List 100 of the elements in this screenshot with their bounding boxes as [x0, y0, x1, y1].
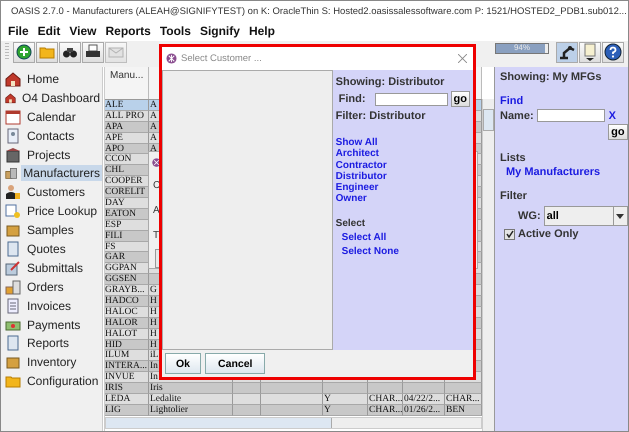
wg-dropdown[interactable]: all — [544, 206, 628, 226]
clear-link[interactable]: X — [608, 110, 616, 122]
filter-link[interactable]: Owner — [336, 193, 470, 205]
sidebar-item[interactable]: Contacts — [25, 128, 76, 144]
showing-label: Showing: My MFGs — [500, 71, 602, 83]
sidebar-item[interactable]: Samples — [25, 222, 76, 238]
sidebar-item[interactable]: Configuration — [25, 373, 100, 390]
filter-heading: Filter — [500, 190, 528, 202]
table-cell: A — [150, 122, 157, 132]
table-cell: GGPAN — [105, 263, 137, 274]
house-icon[interactable] — [5, 71, 21, 87]
progress-bar: 94% — [495, 43, 549, 54]
stacked-boxes-icon[interactable] — [5, 278, 21, 295]
dialog-button[interactable]: Cancel — [205, 353, 266, 374]
menu-item[interactable]: Reports — [105, 24, 151, 38]
sidebar-item[interactable]: Manufacturers — [21, 165, 102, 182]
table-cell: CHAR... — [369, 404, 402, 415]
pencil-icon[interactable] — [5, 260, 21, 276]
table-cell: GGSEN — [105, 274, 137, 284]
sidebar-item[interactable]: Reports — [25, 335, 72, 352]
name-input[interactable] — [536, 109, 605, 122]
table-cell: DAY — [105, 198, 125, 208]
menu-item[interactable]: Help — [248, 24, 275, 38]
table-cell: ESP — [105, 220, 122, 230]
menu-item[interactable]: File — [8, 24, 29, 38]
go-button[interactable]: go — [450, 91, 470, 107]
table-cell: CHAR... — [446, 394, 480, 404]
list-link[interactable]: My Manufacturers — [506, 166, 628, 178]
sidebar-item[interactable]: Price Lookup — [25, 203, 100, 220]
find-input[interactable] — [374, 92, 448, 106]
menu-item[interactable]: Tools — [160, 24, 191, 38]
table-cell: 01/26/2... — [404, 404, 440, 415]
filter-link[interactable]: Contractor — [336, 160, 470, 171]
filter-link[interactable]: Architect — [336, 148, 470, 160]
sidebar-item[interactable]: Projects — [25, 146, 72, 163]
caret-icon — [616, 214, 624, 218]
table-cell: A — [150, 100, 157, 110]
contact-card-icon[interactable] — [5, 128, 21, 144]
table-cell: Ledalite — [150, 394, 182, 404]
table-cell: CHL — [105, 165, 124, 176]
table-row[interactable]: LEDA Ledalite Y CHAR...04/22/2... CHAR... — [105, 394, 482, 405]
sidebar-item[interactable]: Quotes — [25, 241, 68, 258]
table-cell: HADCO — [105, 296, 139, 306]
active-only-checkbox[interactable] — [504, 228, 515, 240]
list-document-icon[interactable] — [5, 298, 21, 314]
table-cell: ALL PRO — [105, 110, 144, 121]
sidebar-item[interactable]: Customers — [25, 184, 88, 200]
add-icon[interactable] — [13, 42, 35, 62]
menu-item[interactable]: View — [69, 24, 96, 38]
table-cell: ALE — [105, 100, 124, 110]
close-icon[interactable] — [458, 54, 467, 63]
table-cell: Iris — [150, 383, 163, 394]
document-icon[interactable] — [579, 42, 601, 62]
table-cell: HALOR — [105, 318, 138, 328]
table-cell: H — [150, 340, 157, 350]
vertical-scrollbar[interactable] — [482, 99, 494, 431]
sidebar-item[interactable]: Submittals — [25, 260, 86, 276]
app-logo-icon — [166, 53, 177, 64]
table-cell: G — [150, 285, 157, 296]
sidebar-item[interactable]: Home — [25, 71, 62, 87]
binoculars-icon[interactable] — [59, 42, 81, 62]
table-cell: LEDA — [105, 394, 130, 404]
sidebar-item[interactable]: Orders — [25, 278, 66, 295]
field-label: T — [153, 230, 160, 242]
go-button[interactable]: go — [608, 124, 628, 140]
select-link[interactable]: Select None — [342, 246, 470, 258]
building-icon[interactable] — [5, 146, 21, 163]
table-row[interactable]: IRIS Iris — [105, 383, 482, 394]
sidebar-item[interactable]: Payments — [25, 316, 82, 333]
table-cell: In — [150, 361, 158, 372]
person-icon[interactable] — [5, 184, 21, 200]
table-row[interactable]: LIG Lightolier Y CHAR...01/26/2... BEN — [105, 404, 482, 416]
table-cell: H — [150, 296, 157, 306]
sidebar-item[interactable]: O4 Dashboard — [20, 90, 102, 106]
column-header[interactable]: Manu... — [110, 70, 144, 81]
sidebar-item[interactable]: Calendar — [25, 108, 78, 125]
table-cell: FILI — [105, 230, 122, 241]
horizontal-scrollbar[interactable] — [105, 416, 482, 429]
table-cell: 04/22/2... — [404, 394, 440, 404]
sidebar-item[interactable]: Invoices — [25, 298, 74, 314]
table-cell: FS — [105, 242, 116, 252]
menu-item[interactable]: Edit — [38, 24, 60, 38]
find-heading[interactable]: Find — [500, 95, 628, 107]
dialog-button[interactable]: Ok — [165, 353, 202, 374]
filter-link[interactable]: Distributor — [336, 170, 470, 182]
sidebar-item[interactable]: Inventory — [25, 354, 78, 370]
calendar-icon[interactable] — [5, 108, 21, 125]
menu-item[interactable]: Signify — [200, 24, 240, 38]
table-cell: H — [150, 328, 157, 339]
filter-link[interactable]: Show All — [336, 137, 470, 148]
help-icon[interactable] — [602, 42, 624, 62]
name-label: Name: — [500, 110, 534, 122]
table-cell: H — [150, 306, 157, 317]
robot-arm-icon[interactable] — [556, 42, 578, 62]
price-tag-icon[interactable] — [5, 203, 21, 220]
filter-link[interactable]: Engineer — [336, 182, 470, 194]
select-link[interactable]: Select All — [342, 232, 470, 244]
printer-icon[interactable] — [82, 42, 104, 62]
table-cell: Y — [324, 404, 331, 415]
boxes-icon[interactable] — [5, 165, 18, 182]
